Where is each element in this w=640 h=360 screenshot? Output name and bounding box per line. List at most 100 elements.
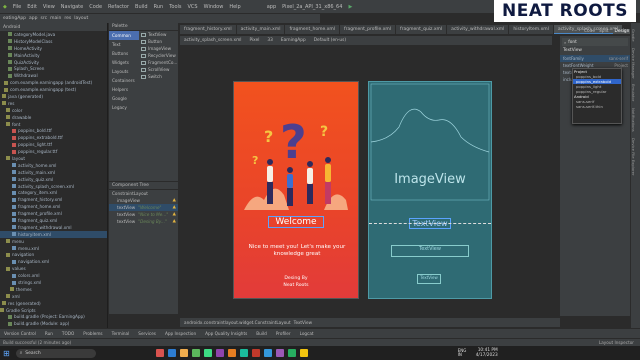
tree-folder[interactable]: navigation — [0, 252, 107, 259]
menu-tools[interactable]: Tools — [166, 4, 184, 10]
run-config-module[interactable]: app — [264, 4, 279, 10]
taskbar-app-icon[interactable] — [167, 349, 176, 357]
palette-category[interactable]: Buttons — [109, 49, 139, 58]
breadcrumb-item[interactable]: app — [29, 16, 37, 21]
welcome-selection-box[interactable]: Welcome — [268, 216, 324, 228]
tree-file[interactable]: activity_splash_screen.xml — [0, 183, 107, 190]
blueprint-tagline-box[interactable]: TextView — [391, 245, 469, 257]
taskbar-app-icon[interactable] — [155, 349, 164, 357]
taskbar-app-icon[interactable] — [263, 349, 272, 357]
tree-folder[interactable]: font — [0, 121, 107, 128]
tab-file[interactable]: activity_main.xml — [237, 25, 286, 34]
palette-widget[interactable]: RecyclerView — [141, 52, 179, 59]
taskbar-app-icon[interactable] — [251, 349, 260, 357]
breadcrumb-item[interactable]: src — [41, 16, 48, 21]
device-selector[interactable]: Pixel — [249, 38, 259, 43]
warning-icon[interactable]: ▲ — [173, 219, 176, 224]
design-file-name[interactable]: activity_splash_screen.xml — [184, 38, 241, 43]
tree-folder[interactable]: color — [0, 107, 107, 114]
tool-gradle[interactable]: Gradle — [631, 29, 636, 42]
tree-folder[interactable]: res (generated) — [0, 300, 107, 307]
tree-folder[interactable]: res — [0, 100, 107, 107]
tab-file[interactable]: fragment_profile.xml — [340, 25, 397, 34]
tree-folder[interactable]: values — [0, 265, 107, 272]
tree-file[interactable]: build.gradle (Project: EarningApp) — [0, 314, 107, 321]
menu-refactor[interactable]: Refactor — [105, 4, 132, 10]
tree-file[interactable]: category_item.xml — [0, 189, 107, 196]
palette-category[interactable]: Legacy — [109, 103, 139, 112]
tool-notifications[interactable]: Notifications — [631, 108, 636, 132]
taskbar-app-icon[interactable] — [299, 349, 308, 357]
tree-file[interactable]: categoryModel.java — [0, 31, 107, 38]
tool-app-inspection[interactable]: App Inspection — [165, 331, 196, 336]
theme-selector[interactable]: EarningApp — [281, 38, 306, 43]
warning-icon[interactable]: ▲ — [173, 212, 176, 217]
locale-selector[interactable]: Default (en-us) — [314, 38, 346, 43]
menu-vcs[interactable]: VCS — [185, 4, 201, 10]
warning-icon[interactable]: ▲ — [173, 205, 176, 210]
component-tree-row[interactable]: ConstraintLayout — [109, 190, 178, 197]
palette-category[interactable]: Widgets — [109, 58, 139, 67]
attributes-search[interactable]: ⌕ font — [562, 38, 628, 46]
tree-folder[interactable]: layout — [0, 155, 107, 162]
taskbar-app-icon[interactable] — [239, 349, 248, 357]
component-tree-row[interactable]: textView "Welcome" ▲ — [109, 204, 178, 211]
taskbar-app-icon[interactable] — [227, 349, 236, 357]
component-tree-row[interactable]: imageView ▲ — [109, 197, 178, 204]
tree-file[interactable]: colors.xml — [0, 272, 107, 279]
taskbar-app-icon[interactable] — [179, 349, 188, 357]
phone-preview[interactable]: ? ? ? ? Welcome Nice to meet you! Let's … — [233, 81, 359, 299]
breadcrumb-item[interactable]: layout — [74, 16, 88, 21]
mode-code[interactable]: Code — [584, 29, 595, 34]
menu-file[interactable]: File — [10, 4, 24, 10]
tab-file[interactable]: fragment_history.xml — [180, 25, 237, 34]
menu-build[interactable]: Build — [132, 4, 151, 10]
taskbar-app-icon[interactable] — [215, 349, 224, 357]
menu-window[interactable]: Window — [201, 4, 227, 10]
tool-todo[interactable]: TODO — [62, 331, 74, 336]
tree-folder[interactable]: menu — [0, 238, 107, 245]
palette-category[interactable]: Layouts — [109, 67, 139, 76]
attribute-value[interactable]: sans-serif — [609, 56, 628, 61]
taskbar-language[interactable]: ENG IN — [458, 349, 470, 357]
palette-widget[interactable]: TextView — [141, 31, 179, 38]
attribute-row[interactable]: fontFamily sans-serif — [560, 55, 630, 62]
tool-logcat[interactable]: Logcat — [300, 331, 314, 336]
tree-file[interactable]: poppins_light.ttf — [0, 141, 107, 148]
project-panel-header[interactable]: Android — [0, 23, 107, 31]
tree-file[interactable]: poppins_bold.ttf — [0, 127, 107, 134]
tool-build[interactable]: Build — [256, 331, 267, 336]
taskbar-app-icon[interactable] — [203, 349, 212, 357]
tree-file[interactable]: strings.xml — [0, 279, 107, 286]
component-tree-row[interactable]: textView "Nice to Me..." ▲ — [109, 211, 178, 218]
tree-folder[interactable]: themes — [0, 286, 107, 293]
tree-folder[interactable]: drawable — [0, 114, 107, 121]
tree-file[interactable]: activity_quiz.xml — [0, 176, 107, 183]
palette-widget[interactable]: ScrollView — [141, 66, 179, 73]
blueprint-preview[interactable]: ImageView TextView TextView TextView — [368, 81, 492, 299]
taskbar-app-icon[interactable] — [275, 349, 284, 357]
tool-services[interactable]: Services — [138, 331, 156, 336]
tree-folder[interactable]: com.example.earningapp (androidTest) — [0, 79, 107, 86]
tab-file[interactable]: activity_withdrawal.xml — [447, 25, 510, 34]
menu-code[interactable]: Code — [86, 4, 105, 10]
tree-file[interactable]: historyitem.xml — [0, 230, 107, 238]
path-item[interactable]: androidx.constraintlayout.widget.Constra… — [184, 320, 291, 325]
tool-device-manager[interactable]: Device Manager — [631, 48, 636, 79]
windows-start-icon[interactable]: ⊞ — [3, 349, 10, 358]
tree-file[interactable]: build.gradle (Module: app) — [0, 320, 107, 327]
tree-file[interactable]: activity_main.xml — [0, 169, 107, 176]
tree-file[interactable]: Withdrawal — [0, 72, 107, 79]
palette-category[interactable]: Containers — [109, 76, 139, 85]
palette-widget[interactable]: Button — [141, 38, 179, 45]
breadcrumb-item[interactable]: main — [50, 16, 61, 21]
tool-terminal[interactable]: Terminal — [112, 331, 130, 336]
tree-file[interactable]: HomeActivity — [0, 45, 107, 52]
taskbar-app-icon[interactable] — [191, 349, 200, 357]
tree-file[interactable]: QuizActivity — [0, 59, 107, 66]
taskbar-search[interactable]: ⌕ Search — [15, 348, 96, 358]
android-studio-icon[interactable]: ◆ — [0, 4, 10, 10]
tool-profiler[interactable]: Profiler — [276, 331, 291, 336]
palette-widget[interactable]: ImageView — [141, 45, 179, 52]
attributes-search-input[interactable]: font — [568, 40, 577, 45]
